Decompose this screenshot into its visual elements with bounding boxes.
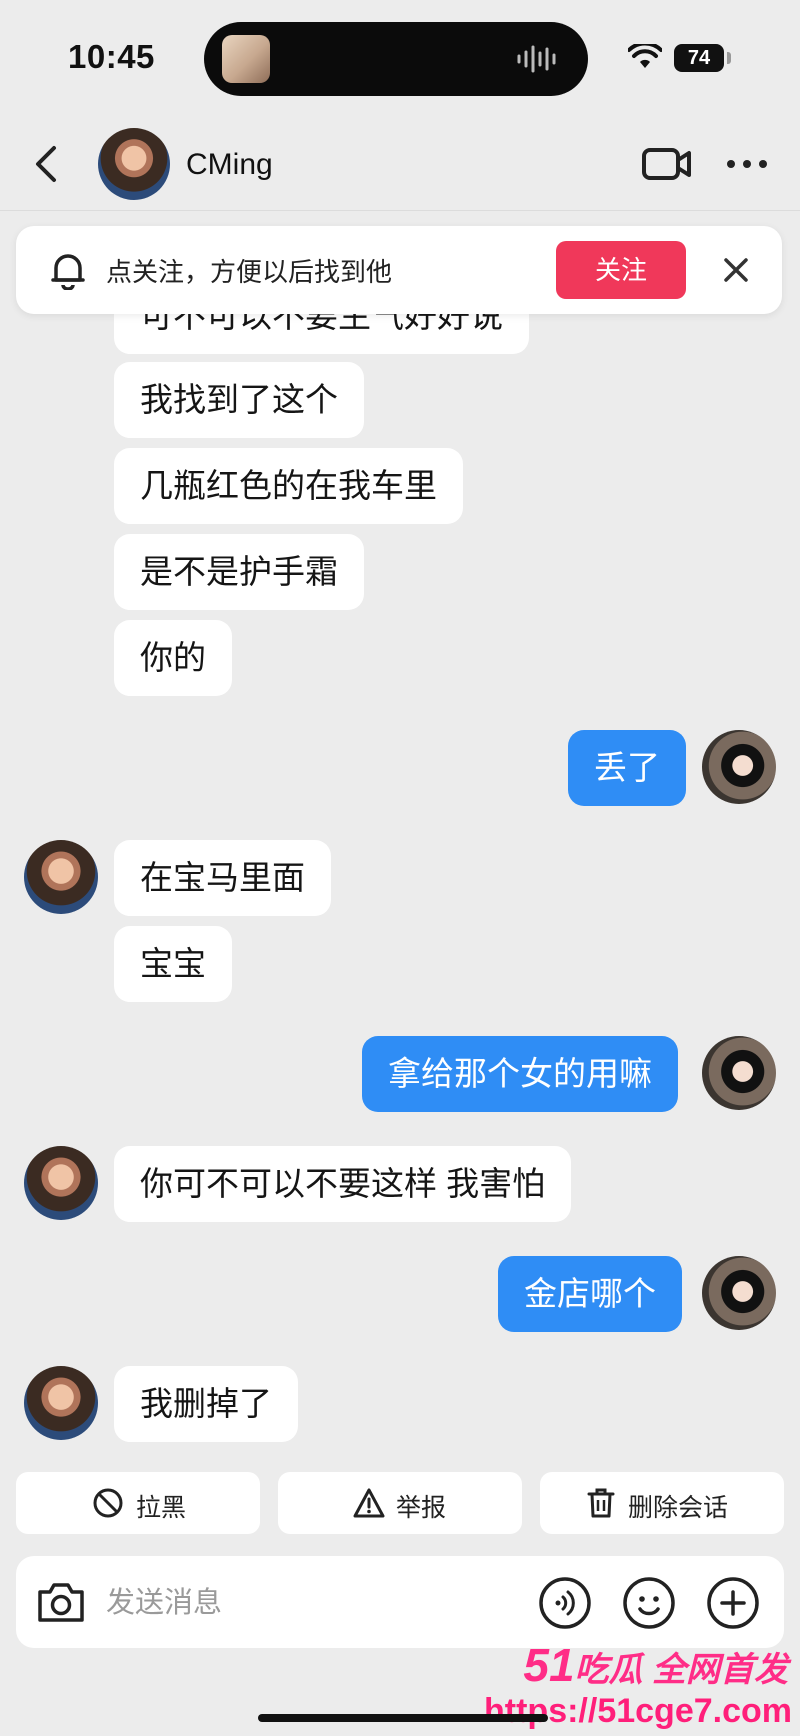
message-bubble-in[interactable]: 宝宝 (114, 926, 232, 1002)
bell-icon (51, 254, 85, 290)
home-indicator[interactable] (258, 1714, 548, 1722)
my-avatar[interactable] (702, 1036, 776, 1110)
block-button[interactable]: 拉黑 (16, 1472, 260, 1534)
battery-level: 74 (687, 47, 711, 69)
watermark-brand: 51吃瓜 全网首发 (523, 1638, 788, 1692)
my-avatar[interactable] (702, 730, 776, 804)
battery-icon: 74 (674, 44, 724, 72)
message-bubble-in[interactable]: 我删掉了 (114, 1366, 298, 1442)
contact-message-avatar[interactable] (24, 1366, 98, 1440)
message-bubble-out[interactable]: 丢了 (568, 730, 686, 806)
message-bubble-out[interactable]: 金店哪个 (498, 1256, 682, 1332)
report-button[interactable]: 举报 (278, 1472, 522, 1534)
watermark-brand-text: 吃瓜 全网首发 (574, 1651, 788, 1689)
trash-icon (587, 1488, 615, 1518)
message-bubble-in[interactable]: 是不是护手霜 (114, 534, 364, 610)
emoji-icon[interactable] (622, 1576, 676, 1630)
add-icon[interactable] (706, 1576, 760, 1630)
message-bubble-in[interactable]: 我找到了这个 (114, 362, 364, 438)
follow-prompt: 点关注，方便以后找到他 (106, 257, 393, 287)
follow-banner: 点关注，方便以后找到他 关注 (16, 226, 782, 314)
now-playing-thumbnail (222, 35, 270, 83)
dynamic-island[interactable] (204, 22, 588, 96)
close-icon[interactable] (716, 250, 756, 290)
delete-chat-label: 删除会话 (628, 1494, 729, 1522)
message-bubble-in[interactable]: 几瓶红色的在我车里 (114, 448, 463, 524)
block-icon (93, 1488, 123, 1518)
follow-button[interactable]: 关注 (556, 241, 686, 299)
delete-chat-button[interactable]: 删除会话 (540, 1472, 784, 1534)
wifi-icon (628, 44, 662, 68)
block-label: 拉黑 (136, 1494, 187, 1522)
status-time: 10:45 (68, 38, 155, 75)
watermark-brand-num: 51 (523, 1639, 575, 1691)
message-bubble-in[interactable]: 在宝马里面 (114, 840, 331, 916)
contact-avatar[interactable] (98, 128, 170, 200)
voice-message-icon[interactable] (538, 1576, 592, 1630)
message-input[interactable] (104, 1576, 528, 1630)
back-icon[interactable] (28, 142, 68, 186)
video-call-icon[interactable] (642, 142, 692, 186)
camera-icon[interactable] (34, 1578, 88, 1626)
chat-header: CMing (0, 118, 800, 211)
watermark-url: https://51cge7.com (484, 1692, 792, 1730)
audio-wave-icon (517, 45, 556, 73)
contact-message-avatar[interactable] (24, 1146, 98, 1220)
message-bubble-in[interactable]: 你的 (114, 620, 232, 696)
message-bubble-in[interactable]: 你可不可以不要这样 我害怕 (114, 1146, 572, 1222)
report-label: 举报 (396, 1494, 447, 1522)
battery-cap (727, 52, 731, 64)
contact-message-avatar[interactable] (24, 840, 98, 914)
status-bar: 10:45 74 (0, 0, 800, 118)
message-bubble-out[interactable]: 拿给那个女的用嘛 (362, 1036, 678, 1112)
my-avatar[interactable] (702, 1256, 776, 1330)
more-icon[interactable] (722, 142, 772, 186)
contact-name[interactable]: CMing (186, 148, 273, 182)
warning-icon (353, 1488, 385, 1518)
